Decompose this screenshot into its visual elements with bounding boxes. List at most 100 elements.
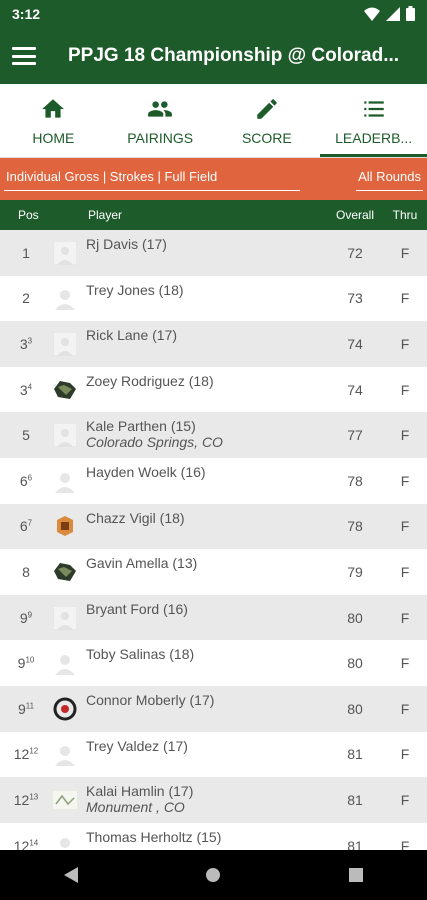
player-avatar: [52, 696, 78, 722]
leaderboard-row[interactable]: 99 Bryant Ford (16) 80 F: [0, 594, 427, 641]
player-name: Bryant Ford (16): [86, 600, 188, 617]
player-name: Rick Lane (17): [86, 327, 178, 344]
player-name: Trey Jones (18): [86, 281, 184, 298]
row-position: 1: [22, 244, 30, 261]
scoring-filter-dropdown[interactable]: Individual Gross | Strokes | Full Field: [4, 167, 300, 191]
thru-status: F: [400, 609, 410, 626]
tie-superscript: 13: [29, 792, 39, 802]
back-button[interactable]: [51, 855, 91, 895]
header-pos: Pos: [18, 208, 39, 222]
tab-pairings[interactable]: PAIRINGS: [107, 84, 214, 157]
tab-label: PAIRINGS: [127, 129, 194, 146]
player-avatar: [52, 741, 78, 767]
rounds-filter-dropdown[interactable]: All Rounds: [356, 167, 423, 191]
tie-superscript: 12: [29, 746, 39, 756]
tab-home[interactable]: HOME: [0, 84, 107, 157]
tab-label: LEADERB...: [335, 129, 413, 146]
leaderboard-row[interactable]: 910 Toby Salinas (18) 80 F: [0, 640, 427, 686]
leaderboard-list[interactable]: 1 Rj Davis (17) 72 F 2 Trey Jones (18) 73 F 33 Ri…: [0, 230, 427, 850]
tab-score[interactable]: SCORE: [214, 84, 321, 157]
app-bar: PPJG 18 Championship @ Colorad...: [0, 28, 427, 84]
row-position: 33: [19, 335, 33, 352]
thru-status: F: [400, 700, 410, 717]
player-name: Trey Valdez (17): [86, 737, 188, 754]
leaderboard-row[interactable]: 8 Gavin Amella (13) 79 F: [0, 549, 427, 595]
player-avatar: [52, 650, 78, 676]
tie-superscript: 11: [25, 701, 35, 711]
thru-status: F: [400, 837, 410, 850]
tab-leaderboard[interactable]: LEADERB...: [320, 84, 427, 157]
row-position: 8: [22, 563, 30, 580]
people-icon: [148, 100, 173, 117]
team-logo-icon: [54, 562, 76, 581]
leaderboard-row[interactable]: 66 Hayden Woelk (16) 78 F: [0, 457, 427, 504]
row-position: 911: [17, 700, 35, 717]
home-button[interactable]: [193, 855, 233, 895]
list-icon: [363, 100, 384, 117]
avatar-placeholder-icon: [53, 331, 77, 356]
player-avatar: [52, 285, 78, 311]
thru-status: F: [400, 518, 410, 535]
header-overall: Overall: [335, 208, 374, 222]
home-icon: [42, 98, 65, 118]
player-avatar: [52, 377, 78, 403]
thru-status: F: [400, 791, 410, 808]
thru-status: F: [400, 472, 410, 489]
menu-icon[interactable]: [12, 47, 36, 65]
player-avatar: [52, 787, 78, 813]
avatar-placeholder-icon: [53, 423, 77, 448]
leaderboard-row[interactable]: 1212 Trey Valdez (17) 81 F: [0, 731, 427, 778]
thru-status: F: [400, 655, 410, 672]
player-name: Kale Parthen (15): [86, 418, 196, 435]
recents-button[interactable]: [336, 855, 376, 895]
player-avatar: [52, 833, 78, 850]
person-icon: [55, 472, 75, 493]
player-info: Zoey Rodriguez (18): [86, 367, 327, 413]
thru-status: F: [400, 244, 410, 261]
back-icon: [64, 867, 79, 883]
player-info: Gavin Amella (13): [86, 549, 327, 595]
leaderboard-row[interactable]: 5 Kale Parthen (15) Colorado Springs, CO 77…: [0, 412, 427, 458]
leaderboard-row[interactable]: 33 Rick Lane (17) 74 F: [0, 321, 427, 367]
player-info: Chazz Vigil (18): [86, 504, 327, 550]
player-info: Connor Moberly (17): [86, 686, 327, 732]
leaderboard-row[interactable]: 911 Connor Moberly (17) 80 F: [0, 685, 427, 732]
player-avatar: [52, 605, 78, 631]
team-logo-icon: [54, 380, 76, 399]
person-icon: [60, 837, 70, 848]
tie-superscript: 14: [29, 837, 39, 847]
player-avatar: [52, 559, 78, 585]
overall-score: 77: [347, 427, 363, 444]
overall-score: 80: [347, 655, 363, 672]
player-info: Kale Parthen (15) Colorado Springs, CO: [86, 412, 327, 458]
player-name: Gavin Amella (13): [86, 555, 198, 572]
overall-score: 78: [347, 472, 363, 489]
tie-superscript: 3: [27, 336, 33, 346]
player-info: Rick Lane (17): [86, 321, 327, 367]
player-avatar: [52, 468, 78, 494]
tie-superscript: 9: [27, 609, 33, 619]
leaderboard-row[interactable]: 34 Zoey Rodriguez (18) 74 F: [0, 366, 427, 413]
person-icon: [55, 655, 75, 676]
leaderboard-row[interactable]: 1 Rj Davis (17) 72 F: [0, 230, 427, 276]
leaderboard-row[interactable]: 67 Chazz Vigil (18) 78 F: [0, 503, 427, 550]
avatar-placeholder-icon: [53, 240, 77, 265]
row-position: 67: [19, 518, 33, 535]
overall-score: 72: [347, 244, 363, 261]
player-info: Rj Davis (17): [86, 230, 327, 276]
leaderboard-row[interactable]: 1213 Kalai Hamlin (17) Monument , CO 81 F: [0, 777, 427, 823]
overall-score: 79: [347, 563, 363, 580]
player-name: Zoey Rodriguez (18): [86, 372, 214, 389]
row-position: 1212: [13, 746, 39, 763]
system-nav-bar: [0, 850, 427, 900]
home-circle-icon: [206, 868, 221, 882]
player-info: Kalai Hamlin (17) Monument , CO: [86, 777, 327, 823]
player-avatar: [52, 240, 78, 266]
player-name: Chazz Vigil (18): [86, 509, 185, 526]
leaderboard-row[interactable]: 1214 Thomas Herholtz (15) 81 F: [0, 822, 427, 850]
player-avatar: [52, 513, 78, 539]
tab-label: SCORE: [241, 129, 292, 146]
overall-score: 74: [347, 335, 363, 352]
leaderboard-row[interactable]: 2 Trey Jones (18) 73 F: [0, 275, 427, 322]
player-info: Toby Salinas (18): [86, 640, 327, 686]
